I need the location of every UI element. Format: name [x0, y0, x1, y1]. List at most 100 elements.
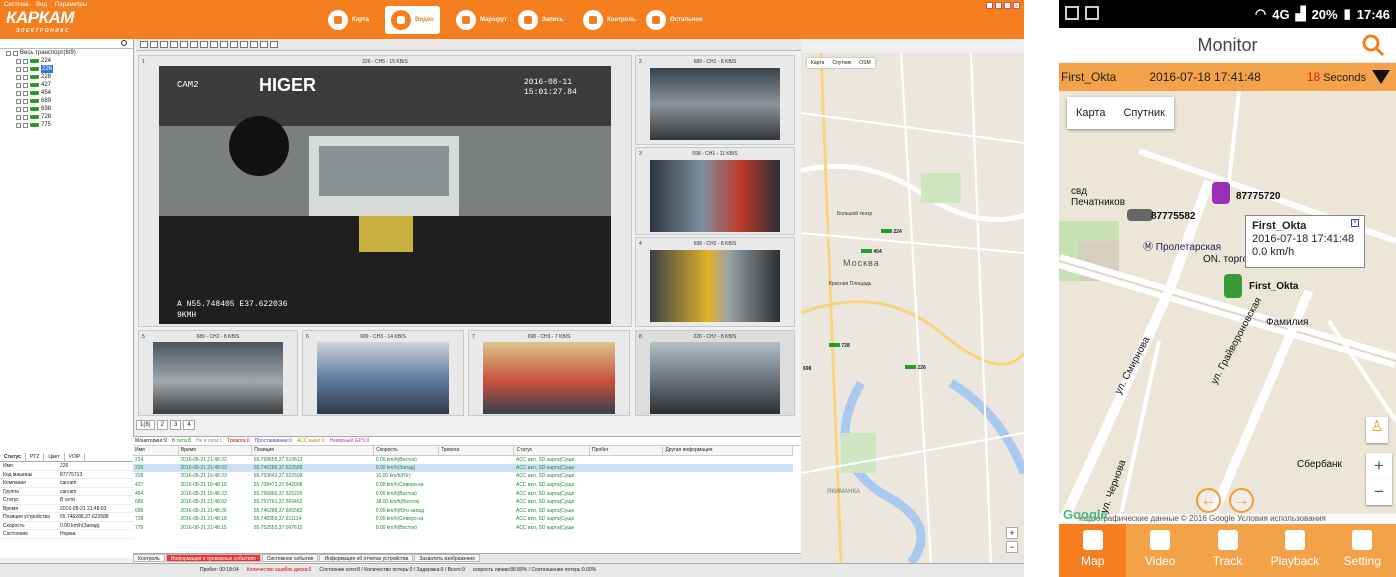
tree-search[interactable] — [0, 39, 133, 49]
checkbox[interactable] — [13, 50, 18, 56]
close-icon[interactable]: × — [1351, 219, 1359, 227]
pegman-icon[interactable]: ♙ — [1366, 417, 1388, 443]
video-tab-1[interactable]: 1(8) — [136, 420, 155, 430]
nav-playback[interactable]: Playback — [1261, 524, 1328, 577]
phone-map[interactable]: Карта Спутник свд Печатников Ⓜ Пролетарс… — [1059, 91, 1396, 524]
expand-icon[interactable] — [16, 106, 21, 112]
checkbox[interactable] — [23, 106, 28, 112]
expand-icon[interactable] — [16, 90, 21, 96]
checkbox[interactable] — [23, 82, 28, 88]
checkbox[interactable] — [23, 122, 28, 128]
tree-vehicle[interactable]: 427 — [0, 81, 133, 89]
settings-icon[interactable] — [270, 41, 278, 48]
bottom-tab[interactable]: Информация об отчетах устройства — [319, 554, 414, 562]
table-row[interactable]: 454 2016-08-21 16:48:23 55.756866,37.61522… — [133, 489, 793, 498]
checkbox[interactable] — [23, 74, 28, 80]
table-row[interactable]: 728 2016-08-21 21:48:18 55.748359,37.61111… — [133, 515, 793, 524]
map-tab-satellite[interactable]: Спутник — [828, 58, 855, 68]
close-icon[interactable]: x — [1013, 2, 1020, 9]
tree-vehicle[interactable]: 775 — [0, 121, 133, 129]
bottom-tab[interactable]: Системное событие — [261, 554, 319, 562]
vehicle-marker-2[interactable] — [1127, 209, 1153, 221]
snapshot-icon[interactable] — [210, 41, 218, 48]
vehicle-marker-1[interactable] — [1212, 182, 1230, 204]
desktop-map[interactable]: Карта Спутник OSM Москва Красная Площадь… — [801, 53, 1024, 563]
nav-map-button[interactable]: Карта — [322, 6, 375, 34]
column-header[interactable]: Тревога — [438, 446, 515, 456]
column-header[interactable]: Позиция — [251, 446, 375, 456]
column-header[interactable]: Время — [178, 446, 253, 456]
map-vehicle-698[interactable]: 698 — [803, 366, 811, 372]
map-tab-map[interactable]: Карта — [1067, 97, 1114, 129]
video-cell-5[interactable]: 5 689 - CH2 - 8 KB/S — [138, 330, 298, 416]
tab-voip[interactable]: VOIP — [65, 453, 86, 461]
bottom-tab[interactable]: Захватить изображение — [414, 554, 481, 562]
video-tab-3[interactable]: 3 — [170, 420, 182, 430]
checkbox[interactable] — [23, 114, 28, 120]
nav-track[interactable]: Track — [1194, 524, 1261, 577]
bottom-tab[interactable]: Контроль — [133, 554, 165, 562]
next-arrow-button[interactable]: → — [1229, 488, 1254, 513]
map-tab-map[interactable]: Карта — [807, 58, 828, 68]
nav-other-button[interactable]: Остальное — [640, 6, 708, 34]
video-tab-4[interactable]: 4 — [183, 420, 195, 430]
map-vehicle-728[interactable]: 728 — [829, 343, 850, 349]
tree-vehicle[interactable]: 728 — [0, 113, 133, 121]
stop-icon[interactable] — [260, 41, 268, 48]
search-icon[interactable] — [1362, 34, 1384, 56]
zoom-in-button[interactable]: + — [1366, 453, 1392, 479]
tree-vehicle[interactable]: 689 — [0, 97, 133, 105]
play-icon[interactable] — [250, 41, 258, 48]
maximize-icon[interactable] — [995, 2, 1002, 9]
restore-icon[interactable] — [1004, 2, 1011, 9]
vehicle-marker-3[interactable] — [1224, 274, 1242, 298]
nav-video[interactable]: Video — [1126, 524, 1193, 577]
column-header[interactable]: Другая информация — [662, 446, 793, 456]
map-tab-satellite[interactable]: Спутник — [1114, 97, 1173, 129]
expand-icon[interactable] — [16, 82, 21, 88]
tab-status[interactable]: Статус — [0, 453, 26, 461]
table-row[interactable]: 689 2016-08-21 21:48:02 55.752761,37.56946… — [133, 498, 793, 507]
table-row[interactable]: 775 2016-08-21 21:48:15 55.752552,37.56761… — [133, 524, 793, 533]
tree-root[interactable]: Весь транспорт(8/9) — [0, 49, 133, 57]
search-icon[interactable] — [121, 40, 127, 46]
layout-16-icon[interactable] — [190, 41, 198, 48]
tree-vehicle[interactable]: 698 — [0, 105, 133, 113]
nav-route-button[interactable]: Маршрут — [450, 6, 513, 34]
nav-record-button[interactable]: Запись — [512, 6, 569, 34]
video-cell-8[interactable]: 8 226 - CH7 - 8 KB/S — [635, 330, 795, 416]
map-vehicle-226[interactable]: 226 — [905, 365, 926, 371]
table-row[interactable]: 228 2016-08-21 16:48:23 55.753643,37.62250… — [133, 472, 793, 481]
checkbox[interactable] — [23, 58, 28, 64]
bottom-tab[interactable]: Информация о тревожных событиях — [165, 554, 261, 562]
column-header[interactable]: Скорость — [373, 446, 439, 456]
tab-ptz[interactable]: PTZ — [26, 453, 45, 461]
table-row[interactable]: 427 2016-08-21 16:48:10 55.708473,37.54209… — [133, 481, 793, 490]
expand-icon[interactable] — [16, 74, 21, 80]
talk-icon[interactable] — [240, 41, 248, 48]
table-row[interactable]: 224 2016-08-21 21:48:22 55.758655,37.61961… — [133, 455, 793, 464]
map-vehicle-224[interactable]: 224 — [881, 229, 902, 235]
checkbox[interactable] — [23, 90, 28, 96]
prev-arrow-button[interactable]: ← — [1196, 488, 1221, 513]
map-vehicle-454[interactable]: 454 — [861, 249, 882, 255]
column-header[interactable]: Имя — [133, 446, 179, 456]
video-cell-2[interactable]: 2 689 - CH1 - 8 KB/S — [635, 55, 795, 145]
tab-color[interactable]: Цвет — [44, 453, 65, 461]
checkbox[interactable] — [23, 98, 28, 104]
expand-icon[interactable] — [16, 66, 21, 72]
expand-icon[interactable] — [16, 58, 21, 64]
layout-8-icon[interactable] — [170, 41, 178, 48]
tree-vehicle[interactable]: 454 — [0, 89, 133, 97]
zoom-out-button[interactable]: − — [1366, 479, 1392, 505]
video-tab-2[interactable]: 2 — [156, 420, 169, 430]
map-tab-osm[interactable]: OSM — [855, 58, 874, 68]
table-row[interactable]: 226 2016-08-21 21:48:03 55.746288,37.62358… — [133, 463, 793, 473]
nav-video-button[interactable]: Видео — [385, 6, 440, 34]
layout-9-icon[interactable] — [180, 41, 188, 48]
record-icon[interactable] — [220, 41, 228, 48]
dropdown-icon[interactable] — [1372, 70, 1390, 84]
nav-setting[interactable]: Setting — [1329, 524, 1396, 577]
video-cell-7[interactable]: 7 698 - CH3 - 7 KB/S — [468, 330, 630, 416]
nav-control-button[interactable]: Контроль — [577, 6, 642, 34]
